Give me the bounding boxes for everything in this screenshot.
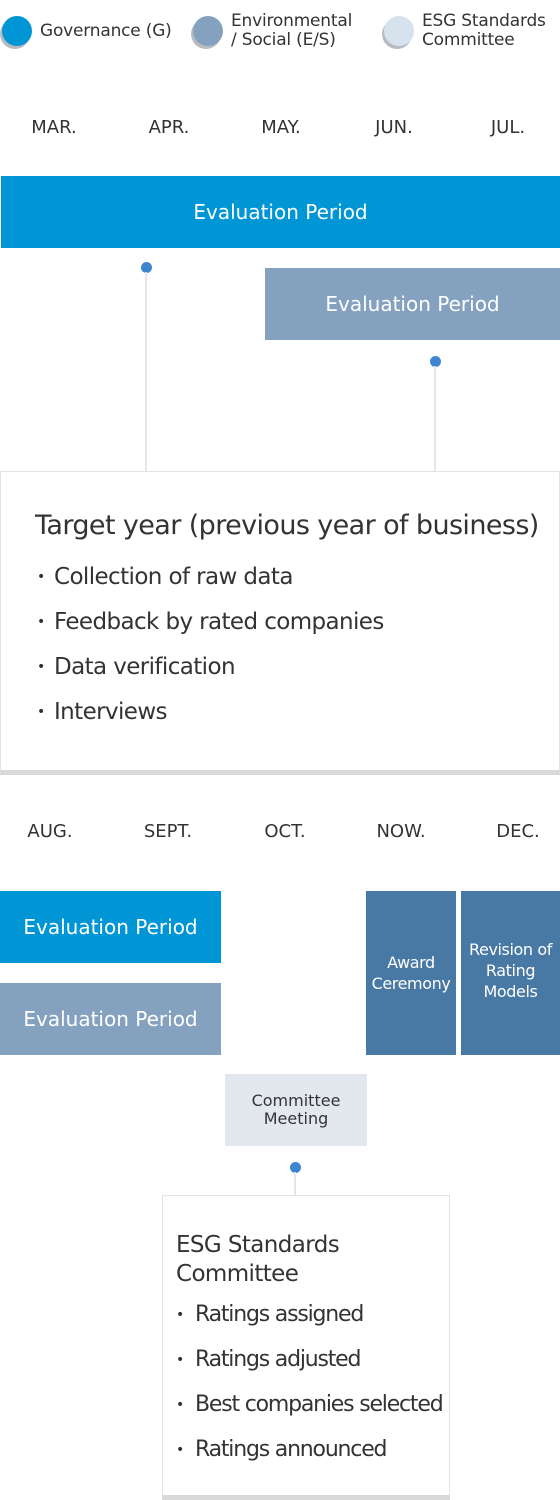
target-year-details-box: Target year (previous year of business) … — [0, 471, 560, 775]
month-label: APR. — [148, 117, 190, 138]
legend-label-line1: Environmental — [231, 11, 353, 31]
bullet-icon: • — [176, 1442, 184, 1458]
label-line1: Committee — [251, 1091, 341, 1110]
revision-rating-models-bar: Revision of Rating Models — [461, 891, 560, 1055]
bar-label: Evaluation Period — [325, 292, 500, 316]
list-item: • Data verification — [37, 654, 384, 699]
es-connector-line — [434, 366, 436, 472]
list-item-text: Ratings announced — [195, 1437, 387, 1462]
legend-label-line2: Committee — [422, 30, 515, 50]
bullet-icon: • — [37, 704, 45, 720]
bar-label: Evaluation Period — [23, 1007, 198, 1031]
bullet-icon: • — [37, 659, 45, 675]
governance-evaluation-period-bar: Evaluation Period — [0, 891, 221, 963]
legend-item-governance: Governance (G) — [2, 16, 172, 46]
list-item-text: Interviews — [54, 699, 168, 725]
award-ceremony-label: Award Ceremony — [372, 952, 451, 994]
target-year-title: Target year (previous year of business) — [35, 510, 539, 541]
bullet-icon: • — [176, 1307, 184, 1323]
esg-committee-list: • Ratings assigned • Ratings adjusted • … — [176, 1302, 444, 1482]
es-evaluation-period-bar: Evaluation Period — [0, 983, 221, 1055]
label-line1: Award — [387, 953, 435, 972]
label-line1: Revision of — [469, 940, 552, 959]
legend-label-environmental-social: Environmental / Social (E/S) — [231, 12, 352, 50]
award-ceremony-bar: Award Ceremony — [366, 891, 456, 1055]
list-item-text: Data verification — [54, 654, 236, 680]
list-item: • Feedback by rated companies — [37, 609, 384, 654]
list-item: • Ratings adjusted — [176, 1347, 442, 1392]
bar-label: Evaluation Period — [23, 915, 198, 939]
governance-circle-icon — [2, 16, 32, 46]
esg-committee-details-box: ESG Standards Committee • Ratings assign… — [162, 1195, 450, 1500]
month-label: MAR. — [31, 117, 77, 138]
list-item: • Best companies selected — [176, 1392, 444, 1437]
esg-committee-title: ESG Standards Committee — [176, 1231, 340, 1289]
month-label: OCT. — [264, 821, 306, 842]
revision-label: Revision of Rating Models — [469, 939, 552, 1002]
governance-evaluation-period-bar: Evaluation Period — [1, 176, 560, 248]
month-label: DEC. — [496, 821, 540, 842]
list-item-text: Collection of raw data — [54, 564, 293, 590]
bar-label: Evaluation Period — [193, 200, 368, 224]
bullet-icon: • — [37, 614, 45, 630]
month-label: SEPT. — [143, 821, 193, 842]
list-item-text: Ratings assigned — [195, 1302, 364, 1327]
list-item: • Interviews — [37, 699, 384, 744]
label-line2: Rating — [485, 961, 536, 980]
committee-circle-icon — [384, 16, 414, 46]
legend-label-governance: Governance (G) — [40, 20, 172, 41]
legend-label-line2: / Social (E/S) — [231, 30, 336, 50]
month-label: JUL. — [490, 117, 526, 138]
list-item-text: Best companies selected — [195, 1392, 444, 1417]
month-label: AUG. — [27, 821, 73, 842]
list-item-text: Feedback by rated companies — [54, 609, 384, 635]
committee-connector-line — [294, 1172, 296, 1196]
month-label: MAY. — [261, 117, 301, 138]
legend-item-esg-committee: ESG Standards Committee — [384, 12, 546, 50]
committee-meeting-label: Committee Meeting — [252, 1092, 341, 1128]
label-line2: Meeting — [263, 1109, 329, 1128]
committee-meeting-bar: Committee Meeting — [225, 1074, 367, 1146]
es-evaluation-period-bar: Evaluation Period — [265, 268, 560, 340]
list-item: • Ratings announced — [176, 1437, 442, 1482]
bullet-icon: • — [37, 569, 45, 585]
list-item: • Ratings assigned — [176, 1302, 442, 1347]
target-year-list: • Collection of raw data • Feedback by r… — [37, 564, 384, 744]
legend-label-esg-committee: ESG Standards Committee — [422, 12, 546, 50]
environmental-social-circle-icon — [193, 16, 223, 46]
title-line2: Committee — [176, 1261, 299, 1287]
month-label: JUN. — [375, 117, 413, 138]
bullet-icon: • — [176, 1397, 184, 1413]
bullet-icon: • — [176, 1352, 184, 1368]
governance-connector-line — [145, 272, 147, 472]
title-line1: ESG Standards — [176, 1232, 340, 1258]
list-item-text: Ratings adjusted — [195, 1347, 361, 1372]
month-label: NOW. — [376, 821, 426, 842]
list-item: • Collection of raw data — [37, 564, 384, 609]
label-line2: Ceremony — [371, 974, 451, 993]
legend-label-line1: ESG Standards — [422, 11, 546, 31]
legend-item-environmental-social: Environmental / Social (E/S) — [193, 12, 352, 50]
label-line3: Models — [483, 982, 538, 1001]
